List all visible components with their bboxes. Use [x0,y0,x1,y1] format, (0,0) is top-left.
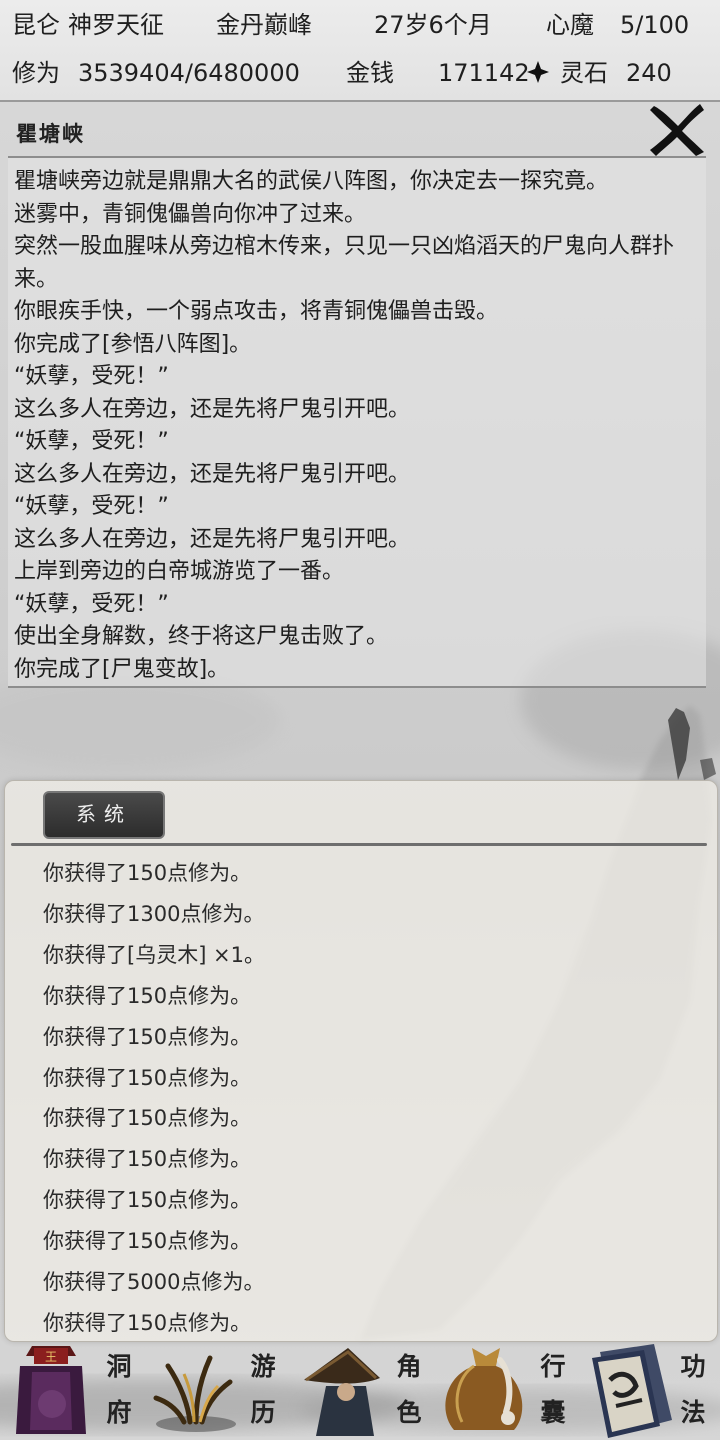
event-line: 这么多人在旁边，还是先将尸鬼引开吧。 [14,461,411,487]
system-message: 你获得了150点修为。 [43,1310,252,1335]
system-message: 你获得了1300点修为。 [43,901,265,926]
system-tab[interactable]: 系统 [43,791,165,839]
svg-text:王: 王 [45,1350,57,1364]
nav-bag[interactable]: 行 囊 [432,1340,576,1440]
nav-character[interactable]: 角 色 [288,1340,432,1440]
cultivation-value: 3539404/6480000 [78,59,300,87]
event-line: 使出全身解数，终于将这尸鬼击败了。 [14,624,389,649]
character-icon [304,1348,380,1436]
cultivation-label: 修为 [12,59,60,87]
event-line: 突然一股血腥味从旁边棺木传来，只见一只凶焰滔天的尸鬼向人群扑来。 [14,234,675,292]
system-message-panel[interactable]: 系统 你获得了150点修为。 你获得了1300点修为。 你获得了[乌灵木] ×1… [4,780,718,1342]
money-label: 金钱 [346,59,394,87]
close-icon [650,104,704,156]
event-line: 你眼疾手快，一个弱点攻击，将青铜傀儡兽击毁。 [14,299,499,324]
money-value: 171142 [438,59,530,87]
realm-label: 金丹巅峰 [216,11,312,39]
nav-character-label-bottom: 色 [396,1398,422,1427]
inner-demon-label: 心魔 [546,11,594,39]
nav-bag-label-top: 行 [540,1352,566,1381]
nav-skills-label-bottom: 法 [680,1398,706,1427]
event-header: 瞿塘峡 [0,104,720,156]
nav-cave-label-top: 洞 [106,1352,132,1381]
event-line: 迷雾中，青铜傀儡兽向你冲了过来。 [14,201,367,227]
nav-character-label-top: 角 [396,1352,422,1381]
age-label: 27岁6个月 [374,11,492,39]
system-message: 你获得了150点修为。 [43,1106,252,1131]
nav-cave[interactable]: 王 洞 府 [0,1340,144,1440]
system-message: 你获得了150点修为。 [43,861,252,885]
skills-icon [592,1344,672,1438]
event-line: “妖孽，受死！” [14,429,169,454]
spirit-stone-value: 240 [626,59,672,87]
event-title: 瞿塘峡 [16,121,85,146]
nav-skills[interactable]: 功 法 [576,1340,720,1440]
character-title: 神罗天征 [68,11,164,39]
event-line: 这么多人在旁边，还是先将尸鬼引开吧。 [14,526,411,552]
travel-icon [153,1355,236,1432]
event-line: 你完成了[尸鬼变故]。 [14,656,230,682]
system-message: 你获得了150点修为。 [43,1147,252,1172]
nav-travel[interactable]: 游 历 [144,1340,288,1440]
event-line: “妖孽，受死！” [14,364,169,389]
event-line: “妖孽，受死！” [14,494,169,519]
sect-name: 昆仑 [12,11,60,39]
system-message: 你获得了150点修为。 [43,983,252,1008]
event-line: 上岸到旁边的白帝城游览了一番。 [14,559,345,584]
nav-bag-label-bottom: 囊 [540,1398,566,1427]
nav-cave-label-bottom: 府 [106,1398,132,1427]
event-line: “妖孽，受死！” [14,591,169,617]
system-message: 你获得了150点修为。 [43,1065,252,1090]
cave-icon: 王 [16,1346,86,1434]
spirit-stone-label: 灵石 [560,59,608,87]
close-button[interactable] [648,98,706,158]
bottom-navigation: 王 洞 府 游 历 角 色 行 囊 功 法 [0,1340,720,1440]
system-message: 你获得了5000点修为。 [43,1270,265,1295]
event-line: 瞿塘峡旁边就是鼎鼎大名的武侯八阵图，你决定去一探究竟。 [14,169,609,194]
nav-travel-label-top: 游 [250,1352,276,1381]
system-message: 你获得了150点修为。 [43,1024,252,1049]
system-message: 你获得了[乌灵木] ×1。 [43,942,266,967]
nav-skills-label-top: 功 [680,1352,706,1381]
event-line: 这么多人在旁边，还是先将尸鬼引开吧。 [14,396,411,422]
spirit-stone-icon [526,58,550,88]
event-line: 你完成了[参悟八阵图]。 [14,331,252,357]
nav-travel-label-bottom: 历 [250,1398,276,1427]
system-message-list: 你获得了150点修为。 你获得了1300点修为。 你获得了[乌灵木] ×1。 你… [43,853,265,1344]
event-log[interactable]: 瞿塘峡旁边就是鼎鼎大名的武侯八阵图，你决定去一探究竟。 迷雾中，青铜傀儡兽向你冲… [8,156,706,688]
inner-demon-value: 5/100 [620,11,690,39]
system-message: 你获得了150点修为。 [43,1229,252,1254]
bag-icon [445,1348,523,1430]
system-divider [11,843,707,846]
system-message: 你获得了150点修为。 [43,1188,252,1213]
status-bar: 昆仑 神罗天征 金丹巅峰 27岁6个月 心魔 5/100 修为 3539404/… [0,0,720,102]
